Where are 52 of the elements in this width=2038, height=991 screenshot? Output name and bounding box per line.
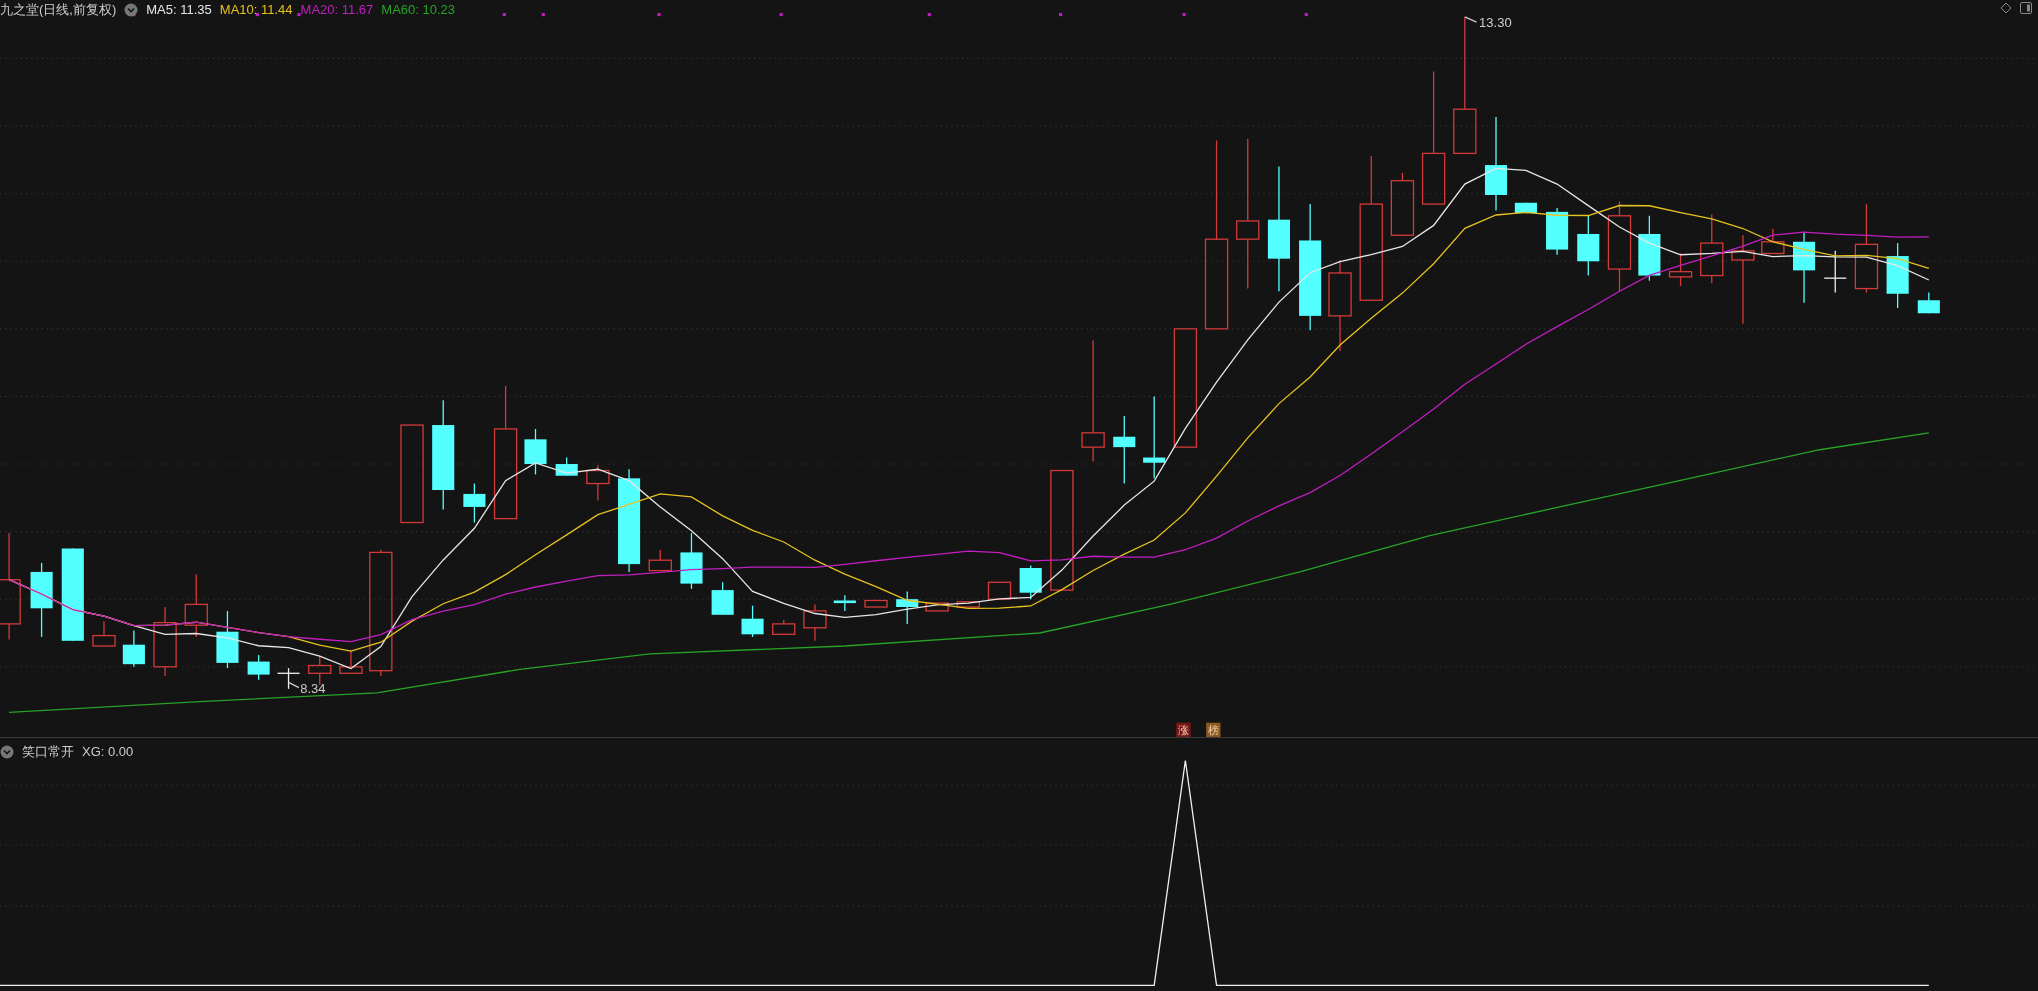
- candlestick: [524, 428, 547, 476]
- candlestick: [184, 573, 208, 638]
- candlestick: [1638, 215, 1661, 282]
- candlestick: [586, 464, 610, 502]
- collapse-icon[interactable]: [0, 745, 14, 759]
- candlestick: [680, 532, 703, 590]
- doji-candle: [276, 667, 301, 690]
- candlestick: [1917, 291, 1940, 314]
- moving-average-value: MA5: 11.35: [146, 1, 212, 19]
- candlestick: [463, 482, 486, 524]
- candlestick: [896, 590, 919, 625]
- candlestick: [92, 620, 116, 647]
- candlestick: [1546, 207, 1569, 256]
- panel-icon[interactable]: [2020, 2, 2032, 14]
- diamond-icon[interactable]: [2000, 2, 2012, 14]
- collapse-icon[interactable]: [124, 3, 139, 17]
- candlestick: [216, 610, 239, 669]
- candlestick: [339, 649, 363, 674]
- candlestick: [555, 456, 578, 477]
- candlestick: [1019, 564, 1042, 600]
- candlestick: [648, 549, 672, 572]
- candlestick: [308, 655, 332, 686]
- candlestick: [741, 605, 764, 638]
- candlestick: [711, 581, 734, 616]
- moving-average-value: MA10: 11.44: [219, 1, 293, 19]
- candlestick: [1390, 172, 1415, 236]
- candlestick: [1761, 228, 1785, 255]
- candlestick: [1668, 252, 1693, 287]
- signal-badge: 涨: [1176, 722, 1191, 737]
- candlestick: [833, 594, 856, 612]
- candlestick: [987, 581, 1012, 600]
- candlestick: [1577, 215, 1600, 277]
- moving-average-value: MA60: 10.23: [381, 1, 456, 19]
- candlestick: [1700, 213, 1724, 284]
- doji-candle: [1823, 250, 1847, 294]
- candlestick: [247, 654, 270, 681]
- candlestick: [925, 602, 949, 612]
- candlestick: [1793, 232, 1816, 304]
- candlestick: [1514, 202, 1537, 214]
- candlestick: [864, 599, 888, 608]
- candlestick: [803, 603, 827, 642]
- candlestick: [122, 629, 145, 668]
- candlestick: [1886, 242, 1909, 309]
- moving-average-value: MA20: 11.67: [300, 1, 374, 19]
- candlestick: [772, 619, 796, 635]
- indicator-title: 笑口常开: [22, 743, 74, 761]
- candlestick: [1113, 415, 1136, 485]
- signal-badge: 榜: [1206, 722, 1221, 737]
- indicator-value: XG: 0.00: [82, 743, 134, 761]
- chart-title: 九之堂(日线,前复权): [0, 1, 117, 19]
- candlestick: [956, 601, 980, 608]
- candlestick: [153, 606, 177, 677]
